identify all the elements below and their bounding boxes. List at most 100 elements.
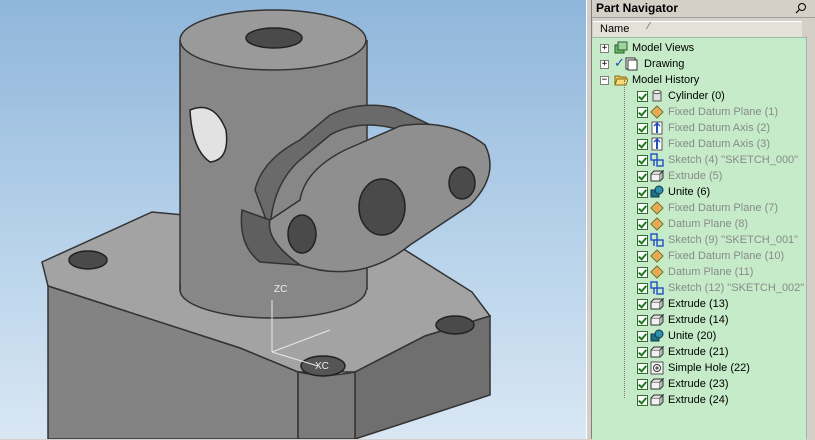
hole-icon xyxy=(650,360,664,376)
history-item[interactable]: Unite (20) xyxy=(592,328,806,344)
visibility-checkbox[interactable] xyxy=(637,379,648,390)
datum-plane-icon xyxy=(650,200,664,216)
unite-icon xyxy=(650,184,664,200)
history-item[interactable]: Extrude (21) xyxy=(592,344,806,360)
history-item[interactable]: Sketch (9) "SKETCH_001" xyxy=(592,232,806,248)
visibility-checkbox[interactable] xyxy=(637,363,648,374)
visibility-checkbox[interactable] xyxy=(637,315,648,326)
expand-toggle-icon[interactable]: + xyxy=(600,60,609,69)
history-item-label: Extrude (23) xyxy=(668,378,729,390)
visibility-checkbox[interactable] xyxy=(637,107,648,118)
datum-plane-icon xyxy=(650,264,664,280)
visibility-checkbox[interactable] xyxy=(637,203,648,214)
history-item-label: Sketch (4) "SKETCH_000" xyxy=(668,154,799,166)
datum-plane-icon xyxy=(650,248,664,264)
datum-axis-icon xyxy=(650,120,664,136)
history-item[interactable]: Extrude (14) xyxy=(592,312,806,328)
cylinder-icon xyxy=(650,88,664,104)
history-item-label: Datum Plane (8) xyxy=(668,218,749,230)
history-item-label: Fixed Datum Plane (7) xyxy=(668,202,779,214)
flange-center-hole xyxy=(358,178,406,236)
datum-plane-icon xyxy=(650,216,664,232)
history-item-label: Unite (6) xyxy=(668,186,711,198)
unite-icon xyxy=(650,328,664,344)
history-item[interactable]: Fixed Datum Plane (1) xyxy=(592,104,806,120)
history-item[interactable]: Fixed Datum Plane (10) xyxy=(592,248,806,264)
visibility-checkbox[interactable] xyxy=(637,171,648,182)
sketch-icon xyxy=(650,232,664,248)
visibility-checkbox[interactable] xyxy=(637,299,648,310)
history-item[interactable]: Datum Plane (8) xyxy=(592,216,806,232)
plate-hole-left xyxy=(68,250,108,270)
history-item[interactable]: Cylinder (0) xyxy=(592,88,806,104)
model-views-icon xyxy=(614,40,628,56)
navigator-title: Part Navigator xyxy=(596,1,679,15)
drawing-icon xyxy=(624,56,638,72)
folder-open-icon xyxy=(614,72,628,88)
column-header[interactable]: Name ⁄ xyxy=(593,21,802,38)
part-model[interactable] xyxy=(0,0,586,439)
history-item[interactable]: Fixed Datum Plane (7) xyxy=(592,200,806,216)
history-item[interactable]: Sketch (4) "SKETCH_000" xyxy=(592,152,806,168)
triad-x-label: XC xyxy=(315,361,329,372)
extrude-icon xyxy=(650,344,664,360)
history-item[interactable]: Extrude (24) xyxy=(592,392,806,408)
history-item-label: Extrude (5) xyxy=(668,170,723,182)
history-item-label: Sketch (9) "SKETCH_001" xyxy=(668,234,799,246)
visibility-checkbox[interactable] xyxy=(637,139,648,150)
column-name-label: Name xyxy=(600,23,630,35)
visibility-checkbox[interactable] xyxy=(637,187,648,198)
visibility-checkbox[interactable] xyxy=(637,235,648,246)
visibility-checkbox[interactable] xyxy=(637,395,648,406)
history-item[interactable]: Extrude (13) xyxy=(592,296,806,312)
extrude-icon xyxy=(650,392,664,408)
expand-toggle-icon[interactable]: + xyxy=(600,44,609,53)
datum-axis-icon xyxy=(650,136,664,152)
history-item-label: Simple Hole (22) xyxy=(668,362,750,374)
tree-node-drawing[interactable]: + ✓ Drawing xyxy=(592,55,806,72)
history-item[interactable]: Fixed Datum Axis (3) xyxy=(592,136,806,152)
history-item[interactable]: Simple Hole (22) xyxy=(592,360,806,376)
history-item-label: Sketch (12) "SKETCH_002" xyxy=(668,282,805,294)
history-item-label: Extrude (14) xyxy=(668,314,729,326)
history-item[interactable]: Sketch (12) "SKETCH_002" xyxy=(592,280,806,296)
tree-node-model-views[interactable]: + Model Views xyxy=(592,40,806,56)
vertical-scrollbar[interactable] xyxy=(806,36,815,439)
history-item-label: Fixed Datum Plane (1) xyxy=(668,106,779,118)
triad-z-label: ZC xyxy=(274,284,288,295)
sketch-icon xyxy=(650,152,664,168)
visibility-checkbox[interactable] xyxy=(637,251,648,262)
extrude-icon xyxy=(650,296,664,312)
datum-plane-icon xyxy=(650,104,664,120)
visibility-checkbox[interactable] xyxy=(637,123,648,134)
extrude-icon xyxy=(650,376,664,392)
history-item[interactable]: Unite (6) xyxy=(592,184,806,200)
visibility-checkbox[interactable] xyxy=(637,91,648,102)
sketch-icon xyxy=(650,280,664,296)
history-item-label: Datum Plane (11) xyxy=(668,266,754,278)
graphics-viewport[interactable]: ZC XC xyxy=(0,0,586,439)
part-navigator: Part Navigator Name ⁄ + Model Views + ✓ Draw… xyxy=(592,0,815,440)
visibility-checkbox[interactable] xyxy=(637,155,648,166)
visibility-checkbox[interactable] xyxy=(637,331,648,342)
history-item-label: Extrude (13) xyxy=(668,298,729,310)
plate-hole-right xyxy=(435,315,475,335)
history-item-label: Unite (20) xyxy=(668,330,717,342)
visibility-checkbox[interactable] xyxy=(637,347,648,358)
history-item[interactable]: Datum Plane (11) xyxy=(592,264,806,280)
history-item-label: Extrude (24) xyxy=(668,394,729,406)
history-item-label: Fixed Datum Plane (10) xyxy=(668,250,785,262)
flange-hole-right xyxy=(448,166,476,200)
tree-node-label: Drawing xyxy=(644,58,685,70)
history-item[interactable]: Extrude (23) xyxy=(592,376,806,392)
pin-icon[interactable] xyxy=(795,2,807,14)
visibility-checkbox[interactable] xyxy=(637,267,648,278)
cylinder-top-hole xyxy=(245,27,303,49)
extrude-icon xyxy=(650,312,664,328)
visibility-checkbox[interactable] xyxy=(637,283,648,294)
history-item[interactable]: Extrude (5) xyxy=(592,168,806,184)
navigator-tree[interactable]: + Model Views + ✓ Drawing − Model History Cylin… xyxy=(592,37,806,440)
history-item[interactable]: Fixed Datum Axis (2) xyxy=(592,120,806,136)
expand-toggle-icon[interactable]: − xyxy=(600,76,609,85)
visibility-checkbox[interactable] xyxy=(637,219,648,230)
